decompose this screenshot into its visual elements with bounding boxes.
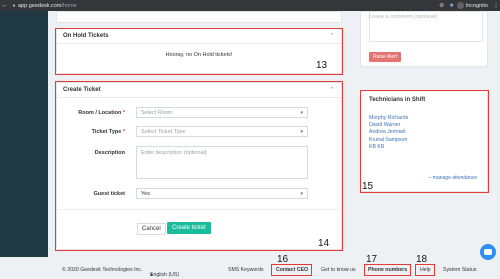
chevron-down-icon: ▾ [300,128,303,135]
create-ticket-button[interactable]: Create ticket [167,222,211,234]
chat-widget-button[interactable] [480,244,496,260]
get-to-know-link[interactable]: Get to know us [321,267,356,273]
on-hold-header[interactable]: On Hold Tickets ⌃ [57,29,341,44]
on-hold-empty-message: Hooray, no On Hold tickets! [165,52,233,58]
guest-ticket-label: Guest ticket [93,191,125,197]
alert-card: Leave a comment (optional) Raise Alert [360,11,488,67]
incognito-indicator[interactable]: Incognito [456,2,488,9]
phone-numbers-link[interactable]: Phone numbers [368,267,407,273]
required-mark: * [122,110,125,116]
technician-link[interactable]: David Warner [369,122,408,129]
technician-link[interactable]: Andrea Jermiah [369,129,408,136]
url-host: app.geedesk.com [18,2,62,9]
form-divider [57,209,341,210]
language-label: English (US) [150,272,180,278]
contact-ceo-link[interactable]: Contact CEO [276,267,308,273]
ticket-type-select[interactable]: Select Ticket Type ▾ [136,126,308,137]
incognito-icon [456,2,464,9]
chevron-down-icon: ▾ [300,109,303,116]
ticket-type-placeholder: Select Ticket Type [141,128,186,135]
technician-link[interactable]: Krunal Sampson [369,137,408,144]
system-status-link[interactable]: System Status [443,267,476,273]
lock-icon[interactable]: ● [10,3,18,9]
technician-link[interactable]: Morphy Richards [369,115,408,122]
description-label: Description [94,150,125,156]
room-placeholder: Select Room [141,109,173,116]
browser-menu-icon[interactable]: ⋮ [492,2,500,9]
annotation-number-15: 15 [362,181,374,192]
room-label-text: Room / Location [78,110,122,116]
chat-bubble-icon [484,249,492,255]
browser-toolbar: ← ● app.geedesk.com/home ⊗ ★ Incognito ⋮ [0,0,500,11]
back-arrow-icon[interactable]: ← [0,2,10,9]
sms-keywords-link[interactable]: SMS Keywords [228,267,263,273]
footer-copyright: © 2020 Geedesk Technologies Inc. [62,267,143,273]
create-ticket-title: Create Ticket [63,87,101,93]
required-mark: * [122,129,125,135]
guest-ticket-value: Yes [141,190,150,197]
incognito-label: Incognito [465,2,488,9]
bookmark-star-icon[interactable]: ★ [447,2,457,9]
raise-alert-button[interactable]: Raise Alert [369,52,402,62]
description-textarea[interactable]: Enter description (optional) [136,146,308,179]
ticket-type-label: Ticket Type * [57,129,125,135]
chevron-down-icon: ▾ [300,190,303,197]
help-link[interactable]: Help [420,267,431,273]
technicians-card: Technicians in Shift Morphy Richards Dav… [360,90,488,192]
guest-ticket-select[interactable]: Yes ▾ [136,188,308,199]
url-path: /home [61,2,77,9]
description-placeholder: Enter description (optional) [141,150,207,156]
collapse-chevron-icon[interactable]: ⌃ [329,86,335,94]
extension-icon[interactable]: ⊗ [437,2,447,9]
on-hold-title: On Hold Tickets [63,33,109,39]
ticket-type-label-text: Ticket Type [91,129,122,135]
technician-list: Morphy Richards David Warner Andrea Jerm… [369,115,408,151]
page-footer: © 2020 Geedesk Technologies Inc. ● Engli… [48,262,500,279]
create-ticket-card: Create Ticket ⌃ Room / Location * Select… [56,82,342,250]
collapse-chevron-icon[interactable]: ⌃ [329,32,335,40]
annotation-number-13: 13 [316,60,328,71]
on-hold-tickets-card: On Hold Tickets ⌃ Hooray, no On Hold tic… [56,28,342,74]
manage-attendance-link[interactable]: -- manage attendance [428,175,477,181]
address-bar[interactable]: app.geedesk.com/home [18,3,437,9]
room-select[interactable]: Select Room ▾ [136,107,308,118]
previous-card-bottom [56,11,342,23]
cancel-button[interactable]: Cancel [137,223,166,235]
technician-link[interactable]: KB KB [369,144,408,151]
room-label: Room / Location * [57,110,125,116]
technicians-title: Technicians in Shift [369,97,426,103]
app-sidebar [0,11,48,257]
create-ticket-header[interactable]: Create Ticket ⌃ [57,83,341,98]
annotation-number-14: 14 [318,238,330,249]
comment-placeholder: Leave a comment (optional) [369,14,438,20]
